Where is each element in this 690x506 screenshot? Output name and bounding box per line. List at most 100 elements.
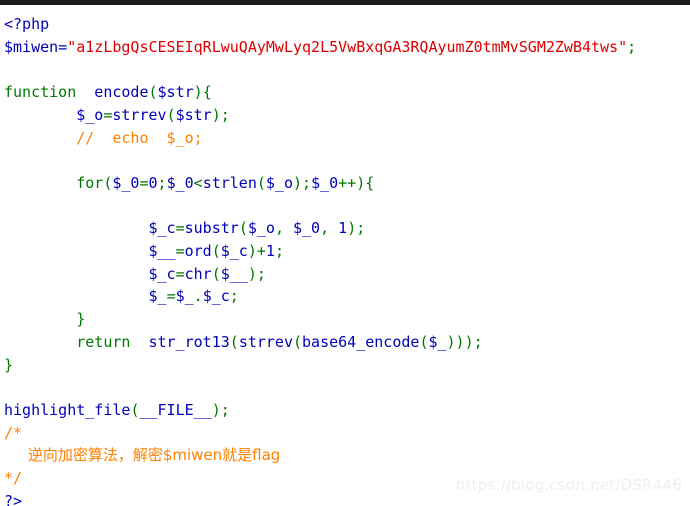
call-str-rot13: str_rot13 xyxy=(130,332,230,351)
chr-paren-open: ( xyxy=(211,264,221,283)
for-cond-var: $_0 xyxy=(166,173,194,192)
php-close-tag: ?> xyxy=(4,491,23,506)
line11-operand: 1 xyxy=(265,241,275,260)
keyword-for: for xyxy=(4,173,104,192)
for-init-value: 0 xyxy=(148,173,158,192)
line10-assign: = xyxy=(175,219,185,238)
substr-arg-2: $_0 xyxy=(283,219,321,238)
ord-paren-open: ( xyxy=(211,241,221,260)
for-brace-open: { xyxy=(365,173,375,192)
php-open-tag: <?php xyxy=(4,15,50,33)
code-line-14: } xyxy=(4,308,690,331)
miwen-variable: $miwen= xyxy=(4,37,68,56)
code-line-1: <?php xyxy=(4,13,690,36)
code-line-5: $_o=strrev($str); xyxy=(4,104,690,127)
keyword-return: return xyxy=(4,332,131,351)
highlight-tail: ); xyxy=(211,400,230,419)
for-less-than: < xyxy=(193,173,203,192)
code-line-9-blank xyxy=(4,195,690,218)
strlen-tail: ); xyxy=(293,173,312,192)
block-comment-open: /* xyxy=(4,423,23,442)
substr-comma-2: , xyxy=(320,219,330,238)
code-line-7-blank xyxy=(4,149,690,172)
chr-arg: $__ xyxy=(220,264,248,283)
for-init-var: $_0 xyxy=(112,173,140,192)
ord-arg: $_c xyxy=(220,241,248,260)
line11-plus-op: + xyxy=(256,241,266,260)
block-comment-close: */ xyxy=(4,469,23,487)
code-line-3-blank xyxy=(4,58,690,81)
call-strrev-2: strrev xyxy=(238,332,293,351)
line4-paren-close: ) xyxy=(193,83,203,102)
blog-watermark: https://blog.csdn.net/DSR446 xyxy=(455,476,682,494)
call-chr: chr xyxy=(184,264,212,283)
var-accumulator: $_ xyxy=(4,287,167,306)
ord-paren-close: ) xyxy=(247,241,257,260)
call-base64-encode: base64_encode xyxy=(302,332,420,351)
var-underscore-o: $_o xyxy=(4,105,104,124)
code-line-4: function encode($str){ xyxy=(4,81,690,104)
rot13-paren-open: ( xyxy=(229,332,239,351)
line2-semicolon: ; xyxy=(627,37,637,56)
strlen-paren-open: ( xyxy=(256,173,266,192)
code-line-19: /* xyxy=(4,422,690,445)
for-brace-close: } xyxy=(4,310,86,329)
php-source-code: <?php $miwen="a1zLbgQsCESEIqRLwuQAyMwLyq2… xyxy=(0,5,690,506)
return-tail: ))); xyxy=(446,332,483,351)
for-init-assign: = xyxy=(139,173,149,192)
var-underscore-c-2: $_c xyxy=(4,264,176,283)
line13-operand-1: $_ xyxy=(175,287,194,306)
code-line-2: $miwen="a1zLbgQsCESEIqRLwuQAyMwLyq2L5VwB… xyxy=(4,36,690,59)
block-comment-hint-text: 逆向加密算法，解密$miwen就是flag xyxy=(4,446,281,465)
substr-arg-3: 1 xyxy=(329,219,348,238)
line11-assign: = xyxy=(175,241,185,260)
line4-paren-open: ( xyxy=(148,83,158,102)
call-strlen: strlen xyxy=(202,173,257,192)
line12-assign: = xyxy=(175,264,185,283)
line11-semicolon: ; xyxy=(274,241,284,260)
function-brace-close: } xyxy=(4,355,14,374)
code-line-18: highlight_file(__FILE__); xyxy=(4,399,690,422)
code-line-20: 逆向加密算法，解密$miwen就是flag xyxy=(4,444,690,467)
code-line-8: for($_0=0;$_0<strlen($_o);$_0++){ xyxy=(4,172,690,195)
call-strrev: strrev xyxy=(112,105,167,124)
code-line-10: $_c=substr($_o, $_0, 1); xyxy=(4,217,690,240)
line13-semicolon: ; xyxy=(229,287,239,306)
line13-assign: = xyxy=(166,287,176,306)
line13-operand-2: $_c xyxy=(202,287,230,306)
line5-tail: ); xyxy=(211,105,230,124)
var-double-underscore: $__ xyxy=(4,241,176,260)
substr-tail: ); xyxy=(347,219,366,238)
constant-file: __FILE__ xyxy=(139,400,212,419)
miwen-string-literal: "a1zLbgQsCESEIqRLwuQAyMwLyq2L5VwBxqGA3RQ… xyxy=(67,37,628,56)
return-arg: $_ xyxy=(428,332,447,351)
for-paren-close: ) xyxy=(356,173,366,192)
var-underscore-c: $_c xyxy=(4,219,176,238)
code-line-16: } xyxy=(4,354,690,377)
line5-paren-open: ( xyxy=(166,105,176,124)
line4-brace-open: { xyxy=(202,83,212,102)
for-semi-1: ; xyxy=(157,173,167,192)
substr-arg-1: $_o xyxy=(247,219,275,238)
call-highlight-file: highlight_file xyxy=(4,400,131,419)
code-line-15: return str_rot13(strrev(base64_encode($_… xyxy=(4,331,690,354)
call-substr: substr xyxy=(184,219,239,238)
for-incr-var: $_0 xyxy=(311,173,339,192)
code-line-13: $_=$_.$_c; xyxy=(4,285,690,308)
code-line-17-blank xyxy=(4,376,690,399)
arg-str: $str xyxy=(175,105,212,124)
strlen-arg: $_o xyxy=(265,173,293,192)
call-ord: ord xyxy=(184,241,212,260)
line13-concat-op: . xyxy=(193,287,203,306)
param-str: $str xyxy=(157,83,194,102)
comment-echo-debug: // echo $_o; xyxy=(4,128,203,147)
substr-comma-1: , xyxy=(274,219,284,238)
code-line-6: // echo $_o; xyxy=(4,127,690,150)
code-line-11: $__=ord($_c)+1; xyxy=(4,240,690,263)
keyword-function: function xyxy=(4,83,77,102)
chr-tail: ); xyxy=(247,264,266,283)
code-surface: <?php $miwen="a1zLbgQsCESEIqRLwuQAyMwLyq2… xyxy=(0,5,690,506)
strrev-paren-open: ( xyxy=(293,332,303,351)
substr-paren-open: ( xyxy=(238,219,248,238)
function-name-encode: encode xyxy=(76,83,149,102)
